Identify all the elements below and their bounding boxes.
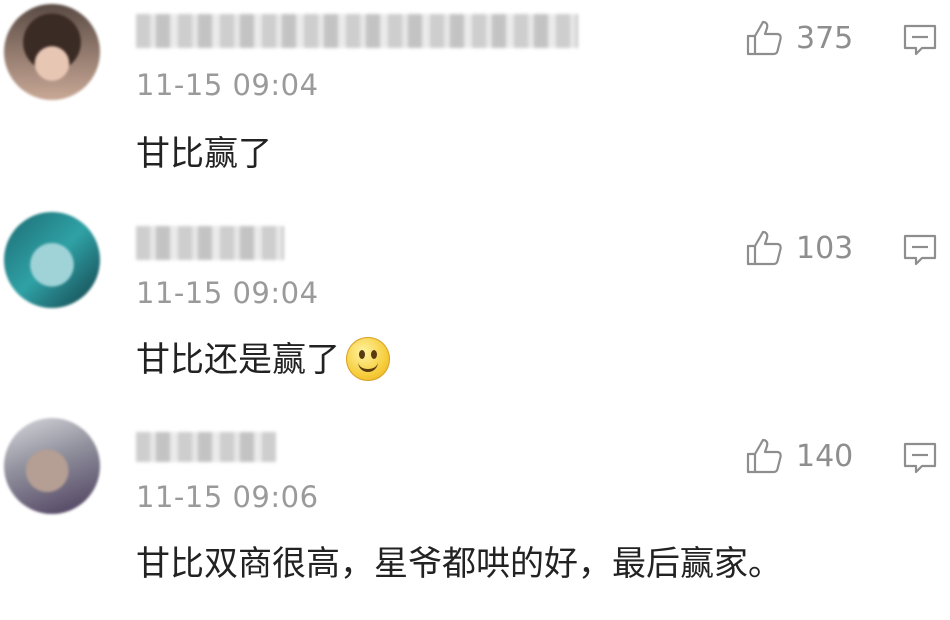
like-count: 140	[796, 438, 854, 474]
comment-item: 375 11-15 09:04 甘比赢了	[0, 0, 950, 206]
avatar[interactable]	[4, 212, 100, 308]
comment-timestamp: 11-15 09:04	[136, 276, 319, 310]
comment-text: 甘比赢了	[136, 134, 272, 174]
comment-icon[interactable]	[900, 438, 940, 478]
comment-text-line: 甘比还是赢了	[136, 332, 390, 384]
comment-timestamp: 11-15 09:06	[136, 480, 319, 514]
comment-timestamp: 11-15 09:04	[136, 68, 319, 102]
comment-icon[interactable]	[900, 230, 940, 270]
comment-item: 103 11-15 09:04 甘比还是赢了	[0, 208, 950, 414]
avatar[interactable]	[4, 418, 100, 514]
comment-item: 140 11-15 09:06 甘比双商很高，星爷都哄的好，最后赢家。	[0, 414, 950, 620]
like-button[interactable]: 103	[744, 228, 853, 268]
thumbs-up-icon	[746, 230, 782, 266]
comment-icon[interactable]	[900, 20, 940, 60]
username-blurred[interactable]	[136, 432, 276, 462]
avatar[interactable]	[4, 4, 100, 100]
thumbs-up-icon	[746, 20, 782, 56]
like-button[interactable]: 375	[744, 18, 853, 58]
username-blurred[interactable]	[136, 226, 284, 260]
like-button[interactable]: 140	[744, 436, 853, 476]
comment-text: 甘比双商很高，星爷都哄的好，最后赢家。	[136, 544, 782, 584]
like-count: 375	[796, 20, 854, 56]
comment-text: 甘比还是赢了	[136, 340, 340, 380]
smile-emoji-icon	[346, 336, 390, 381]
thumbs-up-icon	[746, 438, 782, 474]
username-blurred[interactable]	[136, 14, 578, 48]
like-count: 103	[796, 230, 854, 266]
